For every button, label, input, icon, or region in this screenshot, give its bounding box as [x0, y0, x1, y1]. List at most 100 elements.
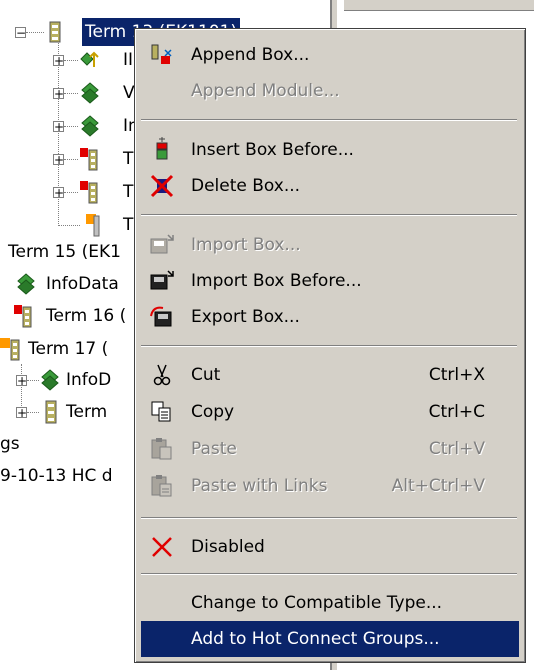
- tree-item-label: Term 15 (EK1: [8, 242, 121, 262]
- insert-box-icon: [156, 137, 168, 160]
- expand-icon[interactable]: +: [53, 187, 64, 199]
- list-header: [344, 0, 534, 11]
- scissors-icon: [153, 364, 171, 386]
- import-box-before-icon: [150, 270, 174, 290]
- menu-item-label: Append Module...: [191, 81, 340, 101]
- tree-connector: [26, 32, 44, 33]
- green-diamond-icon: [17, 273, 35, 295]
- tree-item-term15[interactable]: Term 15 (EK1: [0, 238, 140, 266]
- tree-item-label: T: [123, 149, 134, 169]
- tree-connector: [58, 225, 80, 226]
- tree-connector: [27, 380, 39, 381]
- tree-item-label: gs: [0, 434, 20, 454]
- menu-item-label: Paste with Links: [191, 476, 328, 496]
- menu-item-label: Export Box...: [191, 307, 300, 327]
- copy-icon: [151, 401, 171, 422]
- tree-item-label: InfoD: [66, 370, 112, 390]
- menu-item-label: Copy: [191, 402, 235, 422]
- tree-connector: [64, 60, 78, 61]
- menu-item-add-hot-connect[interactable]: Add to Hot Connect Groups...: [141, 621, 519, 657]
- tree-item-child[interactable]: + V: [0, 79, 140, 107]
- tree-item-hc[interactable]: 9-10-13 HC d: [0, 462, 140, 490]
- menu-item-import-box-before[interactable]: Import Box Before...: [141, 263, 519, 299]
- tree-item-label: Term 16 (: [46, 306, 127, 326]
- tree-connector: [64, 126, 78, 127]
- menu-item-paste-with-links[interactable]: Paste with Links Alt+Ctrl+V: [141, 468, 519, 504]
- menu-item-label: Append Box...: [191, 45, 310, 65]
- tree-connector: [64, 159, 78, 160]
- menu-item-label: Cut: [191, 365, 221, 385]
- expand-icon[interactable]: +: [16, 407, 27, 419]
- menu-separator: [141, 573, 517, 575]
- expand-icon[interactable]: +: [16, 375, 27, 387]
- info-arrow-icon: [80, 51, 99, 67]
- terminal-red-icon: [14, 305, 32, 328]
- menu-separator: [141, 119, 517, 121]
- menu-item-label: Change to Compatible Type...: [191, 593, 443, 613]
- menu-item-label: Disabled: [191, 537, 265, 557]
- menu-shortcut: Ctrl+X: [428, 365, 485, 385]
- menu-item-label: Import Box...: [191, 235, 301, 255]
- tree-item-child[interactable]: + T: [0, 178, 140, 206]
- red-x-icon: [152, 537, 172, 557]
- tree-connector: [64, 192, 78, 193]
- tree-item-label: Term: [66, 402, 108, 422]
- menu-shortcut: Ctrl+V: [428, 439, 485, 459]
- terminal-red-icon: [80, 148, 98, 171]
- tree-connector: [64, 93, 78, 94]
- expand-icon[interactable]: +: [53, 154, 64, 166]
- tree-item-gs[interactable]: gs: [0, 430, 140, 458]
- append-box-icon: [151, 44, 172, 64]
- tree-connector: [27, 412, 39, 413]
- menu-shortcut: Alt+Ctrl+V: [391, 476, 485, 496]
- menu-item-label: Add to Hot Connect Groups...: [191, 629, 440, 649]
- export-box-icon: [150, 306, 172, 327]
- green-diamond-icon: [41, 369, 59, 391]
- menu-item-insert-box-before[interactable]: Insert Box Before...: [141, 132, 519, 168]
- terminal-red-icon: [80, 181, 98, 204]
- expand-icon[interactable]: +: [53, 88, 64, 100]
- paste-icon: [151, 438, 172, 460]
- menu-separator: [141, 214, 517, 216]
- menu-item-append-box[interactable]: Append Box...: [141, 37, 519, 73]
- coupler-box-icon: [45, 400, 57, 424]
- tree-item-term16[interactable]: Term 16 (: [0, 302, 140, 330]
- tree-item-child[interactable]: + T: [0, 145, 140, 173]
- tree-item-label: 9-10-13 HC d: [0, 466, 113, 486]
- menu-item-paste[interactable]: Paste Ctrl+V: [141, 431, 519, 467]
- tree-item-term17[interactable]: Term 17 (: [0, 335, 140, 363]
- tree-item-label: II: [123, 50, 134, 70]
- menu-item-disabled[interactable]: Disabled: [141, 529, 519, 565]
- menu-item-export-box[interactable]: Export Box...: [141, 299, 519, 335]
- tree-item-term[interactable]: + Term: [0, 398, 140, 426]
- menu-item-append-module[interactable]: Append Module...: [141, 73, 519, 109]
- paste-links-icon: [151, 475, 172, 497]
- menu-item-import-box[interactable]: Import Box...: [141, 227, 519, 263]
- tree-item-child[interactable]: + In: [0, 112, 140, 140]
- terminal-orange-icon: [86, 214, 100, 237]
- import-box-icon: [150, 234, 174, 254]
- menu-item-label: Insert Box Before...: [191, 140, 354, 160]
- green-diamond-icon: [81, 115, 99, 137]
- tree-item-label: T: [123, 182, 134, 202]
- menu-item-delete-box[interactable]: Delete Box...: [141, 168, 519, 204]
- menu-item-cut[interactable]: Cut Ctrl+X: [141, 357, 519, 393]
- tree-item-label: V: [123, 83, 135, 103]
- terminal-orange-icon: [0, 338, 20, 361]
- delete-box-icon: [150, 174, 174, 198]
- tree-item-infodata[interactable]: InfoData: [0, 270, 140, 298]
- tree-item-label: T: [123, 215, 134, 235]
- collapse-icon[interactable]: −: [15, 27, 26, 39]
- menu-item-change-type[interactable]: Change to Compatible Type...: [141, 585, 519, 621]
- expand-icon[interactable]: +: [53, 121, 64, 133]
- menu-separator: [141, 517, 517, 519]
- tree-item-infod[interactable]: + InfoD: [0, 366, 140, 394]
- menu-item-label: Paste: [191, 439, 237, 459]
- context-menu: Append Box... Append Module... Insert Bo…: [134, 28, 526, 663]
- tree-item-child[interactable]: + II: [0, 46, 140, 74]
- tree-item-child[interactable]: T: [0, 211, 140, 239]
- expand-icon[interactable]: +: [53, 55, 64, 67]
- coupler-box-icon: [49, 21, 61, 43]
- green-diamond-icon: [81, 82, 99, 104]
- menu-item-copy[interactable]: Copy Ctrl+C: [141, 394, 519, 430]
